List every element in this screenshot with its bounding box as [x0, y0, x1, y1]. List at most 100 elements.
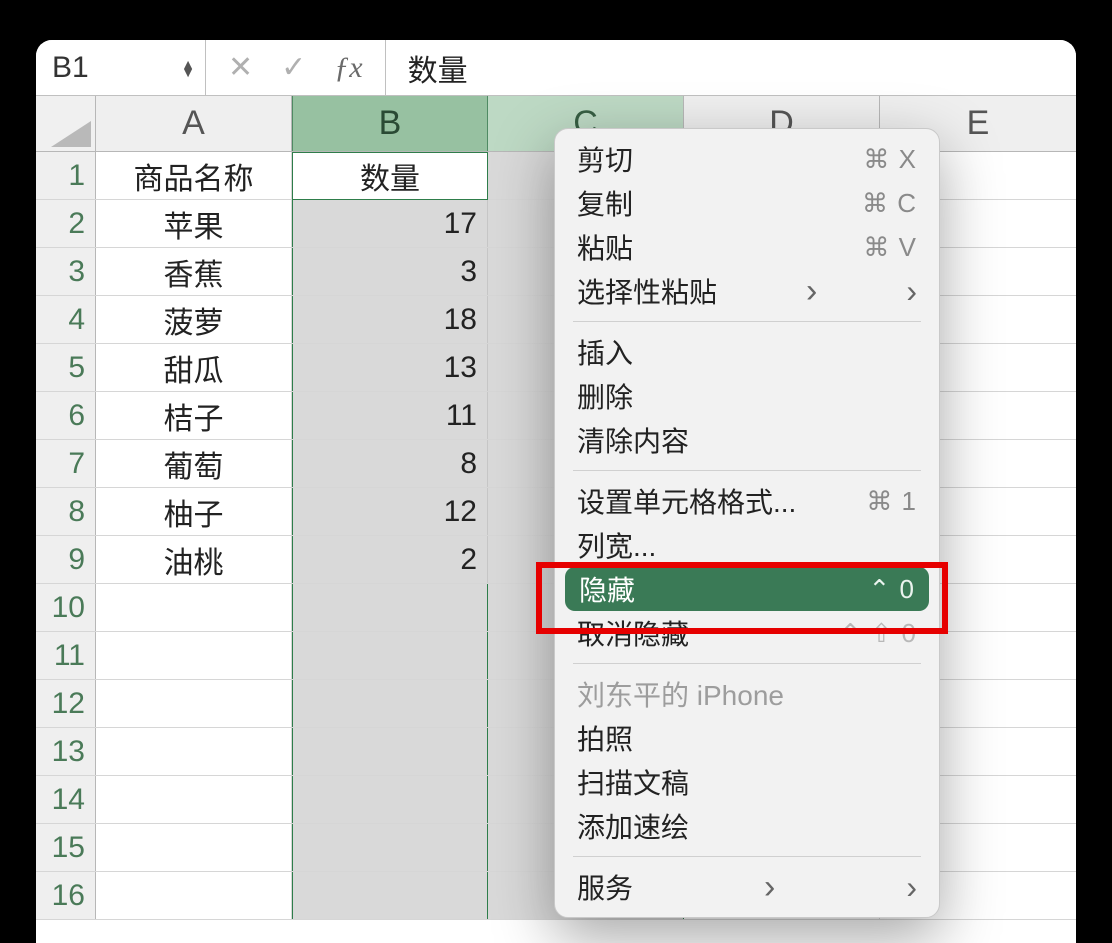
cell[interactable]: 17 [292, 200, 488, 247]
cell[interactable] [96, 680, 292, 727]
menu-shortcut: ⌘ V [863, 232, 917, 263]
row-header[interactable]: 5 [36, 344, 96, 391]
menu-label: 扫描文稿 [577, 762, 689, 802]
cell[interactable] [292, 776, 488, 823]
name-box-stepper[interactable]: ▲ ▼ [181, 60, 195, 76]
menu-separator [573, 856, 921, 857]
cell[interactable]: 柚子 [96, 488, 292, 535]
cell[interactable]: 数量 [292, 152, 488, 199]
menu-separator [573, 321, 921, 322]
cell[interactable] [96, 584, 292, 631]
cell[interactable] [96, 728, 292, 775]
row-header[interactable]: 6 [36, 392, 96, 439]
row-header[interactable]: 7 [36, 440, 96, 487]
stepper-down-icon[interactable]: ▼ [181, 68, 195, 76]
cell[interactable] [292, 728, 488, 775]
menu-separator [573, 470, 921, 471]
menu-unhide[interactable]: 取消隐藏 ⌃ ⇧ 0 [555, 611, 939, 655]
menu-column-width[interactable]: 列宽... [555, 523, 939, 567]
menu-label: 刘东平的 iPhone [577, 674, 784, 714]
row-header[interactable]: 2 [36, 200, 96, 247]
cancel-icon[interactable]: ✕ [228, 50, 253, 85]
menu-label: 删除 [577, 376, 633, 416]
row-header[interactable]: 12 [36, 680, 96, 727]
menu-hide[interactable]: 隐藏 ⌃ 0 [565, 567, 929, 611]
cell[interactable] [96, 824, 292, 871]
name-box[interactable]: B1 ▲ ▼ [36, 40, 206, 95]
cell[interactable]: 13 [292, 344, 488, 391]
cell[interactable]: 8 [292, 440, 488, 487]
menu-label: 添加速绘 [577, 806, 689, 846]
row-header[interactable]: 11 [36, 632, 96, 679]
cell[interactable]: 12 [292, 488, 488, 535]
cell[interactable]: 11 [292, 392, 488, 439]
menu-label: 列宽... [577, 525, 656, 565]
formula-bar-input[interactable]: 数量 [386, 46, 1076, 90]
cell[interactable]: 苹果 [96, 200, 292, 247]
cell[interactable]: 菠萝 [96, 296, 292, 343]
menu-format-cells[interactable]: 设置单元格格式... ⌘ 1 [555, 479, 939, 523]
column-header-A[interactable]: A [96, 96, 292, 151]
cell[interactable]: 2 [292, 536, 488, 583]
row-header[interactable]: 14 [36, 776, 96, 823]
name-box-value: B1 [52, 51, 89, 85]
menu-insert[interactable]: 插入 [555, 330, 939, 374]
fx-icon[interactable]: ƒx [334, 51, 362, 85]
cell[interactable]: 油桃 [96, 536, 292, 583]
cell[interactable]: 葡萄 [96, 440, 292, 487]
menu-paste[interactable]: 粘贴 ⌘ V [555, 225, 939, 269]
menu-label: 剪切 [577, 139, 633, 179]
cell[interactable]: 18 [292, 296, 488, 343]
cell[interactable] [292, 824, 488, 871]
menu-label: 拍照 [577, 718, 633, 758]
menu-label: 设置单元格格式... [577, 481, 796, 521]
cell[interactable]: 甜瓜 [96, 344, 292, 391]
menu-delete[interactable]: 删除 [555, 374, 939, 418]
chevron-right-icon: › [806, 272, 817, 311]
menu-label: 隐藏 [579, 569, 635, 609]
menu-clear[interactable]: 清除内容 [555, 418, 939, 462]
cell[interactable]: 3 [292, 248, 488, 295]
cell[interactable]: 桔子 [96, 392, 292, 439]
cell[interactable] [292, 584, 488, 631]
menu-iphone-header: 刘东平的 iPhone [555, 672, 939, 716]
confirm-icon[interactable]: ✓ [281, 50, 306, 85]
menu-label: 清除内容 [577, 420, 689, 460]
menu-shortcut: ⌘ 1 [866, 486, 917, 517]
menu-take-photo[interactable]: 拍照 [555, 716, 939, 760]
cell[interactable] [292, 632, 488, 679]
context-menu: 剪切 ⌘ X 复制 ⌘ C 粘贴 ⌘ V 选择性粘贴 › 插入 删除 清除内容 … [554, 128, 940, 918]
select-all-corner[interactable] [36, 96, 96, 151]
row-header[interactable]: 8 [36, 488, 96, 535]
menu-paste-special[interactable]: 选择性粘贴 › [555, 269, 939, 313]
formula-bar-actions: ✕ ✓ ƒx [206, 40, 386, 95]
cell[interactable] [96, 872, 292, 919]
menu-shortcut: ⌃ 0 [869, 574, 915, 605]
menu-copy[interactable]: 复制 ⌘ C [555, 181, 939, 225]
cell[interactable] [96, 776, 292, 823]
row-header[interactable]: 16 [36, 872, 96, 919]
row-header[interactable]: 1 [36, 152, 96, 199]
cell[interactable] [292, 872, 488, 919]
menu-scan-documents[interactable]: 扫描文稿 [555, 760, 939, 804]
column-header-B[interactable]: B [292, 96, 488, 151]
menu-shortcut: ⌘ X [863, 144, 917, 175]
row-header[interactable]: 15 [36, 824, 96, 871]
menu-separator [573, 663, 921, 664]
menu-shortcut: ⌘ C [862, 188, 917, 219]
menu-services[interactable]: 服务 › [555, 865, 939, 909]
row-header[interactable]: 9 [36, 536, 96, 583]
cell[interactable] [292, 680, 488, 727]
row-header[interactable]: 10 [36, 584, 96, 631]
cell[interactable] [96, 632, 292, 679]
menu-add-sketch[interactable]: 添加速绘 [555, 804, 939, 848]
menu-cut[interactable]: 剪切 ⌘ X [555, 137, 939, 181]
row-header[interactable]: 4 [36, 296, 96, 343]
menu-label: 复制 [577, 183, 633, 223]
menu-label: 粘贴 [577, 227, 633, 267]
cell[interactable]: 香蕉 [96, 248, 292, 295]
row-header[interactable]: 3 [36, 248, 96, 295]
row-header[interactable]: 13 [36, 728, 96, 775]
cell[interactable]: 商品名称 [96, 152, 292, 199]
menu-shortcut: ⌃ ⇧ 0 [840, 618, 917, 649]
